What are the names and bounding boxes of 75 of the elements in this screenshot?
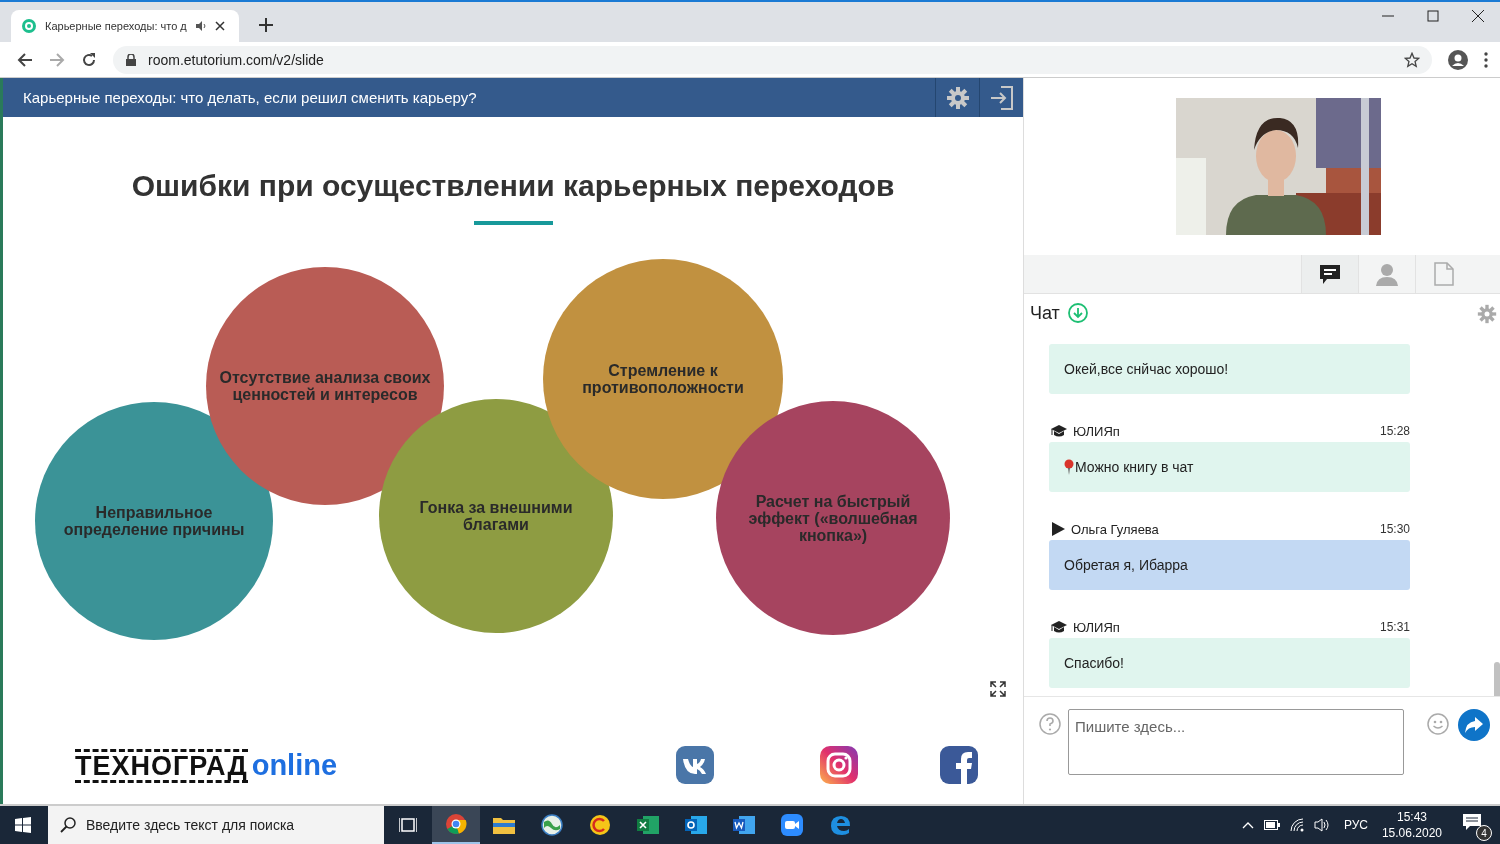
plus-icon[interactable] <box>259 18 273 32</box>
chrome-icon <box>445 813 467 835</box>
message-text: Обретая я, Ибарра <box>1064 557 1188 573</box>
maximize-icon[interactable] <box>1427 10 1439 22</box>
address-bar[interactable]: room.etutorium.com/v2/slide <box>113 45 1432 74</box>
slide-title: Ошибки при осуществлении карьерных переходов <box>131 169 895 203</box>
menu-icon[interactable] <box>1484 51 1488 68</box>
notification-icon[interactable] <box>1462 813 1482 831</box>
message-input[interactable]: Пишите здесь... <box>1068 709 1404 775</box>
send-arrow-icon <box>1465 717 1483 733</box>
pin-icon <box>1064 459 1074 475</box>
facebook-icon[interactable] <box>940 746 978 784</box>
task-view-icon <box>399 817 417 833</box>
circle-label: Отсутствие анализа своих ценностей и интересов <box>218 369 432 403</box>
sender-name: Ольга Гуляева <box>1071 521 1160 537</box>
scrollbar-thumb[interactable] <box>1494 662 1500 696</box>
windows-start-icon[interactable] <box>15 817 31 833</box>
sender-name: ЮЛИЯп <box>1073 619 1121 635</box>
lock-icon <box>126 53 136 66</box>
document-icon <box>1434 262 1454 286</box>
vk-icon[interactable] <box>676 746 714 784</box>
chevron-up-icon[interactable] <box>1241 821 1254 829</box>
message-text: Окей,все снйчас хорошо! <box>1064 361 1229 377</box>
star-icon[interactable] <box>1404 51 1420 68</box>
sender-name: ЮЛИЯп <box>1073 423 1121 439</box>
speaker-icon <box>194 20 207 32</box>
account-icon[interactable] <box>1448 49 1468 70</box>
settings-icon <box>945 85 970 110</box>
play-icon <box>1051 522 1065 536</box>
mail-app-icon <box>685 815 707 835</box>
back-icon[interactable] <box>17 51 33 68</box>
circle-label: Стремление к противоположности <box>581 362 745 396</box>
onec-icon <box>589 814 611 836</box>
folder-icon <box>493 816 515 834</box>
message-time: 15:31 <box>1379 620 1410 634</box>
battery-icon[interactable] <box>1263 820 1280 830</box>
tab-title: Карьерные переходы: что д <box>45 20 187 32</box>
exit-icon <box>988 84 1015 111</box>
edge-icon <box>829 814 851 836</box>
close-icon[interactable] <box>1472 10 1484 22</box>
site-favicon-icon <box>21 18 37 34</box>
send-button[interactable] <box>1458 709 1490 741</box>
close-icon[interactable] <box>214 21 225 31</box>
document-app-icon <box>733 815 755 835</box>
video-camera-icon <box>781 814 803 836</box>
graduation-cap-icon <box>1051 621 1067 633</box>
message-time: 15:28 <box>1379 424 1410 438</box>
user-icon <box>1375 262 1399 286</box>
clock-time[interactable]: 15:43 <box>1396 809 1427 825</box>
chat-icon <box>1318 263 1342 285</box>
logo-suffix: online <box>251 749 338 782</box>
circle-label: Неправильное определение причины <box>62 504 246 538</box>
clock-date[interactable]: 15.06.2020 <box>1381 825 1442 841</box>
reload-icon[interactable] <box>81 51 97 68</box>
instagram-icon[interactable] <box>820 746 858 784</box>
notification-count: 4 <box>1476 825 1492 841</box>
message-time: 15:30 <box>1379 522 1410 536</box>
taskbar-search-field[interactable]: Введите здесь текст для поиска <box>48 806 384 844</box>
browser-tab[interactable]: Карьерные переходы: что д <box>11 10 239 42</box>
circle-label: Расчет на быстрый эффект («волшебная кнопка») <box>747 492 919 544</box>
language-indicator[interactable]: РУС <box>1343 818 1368 832</box>
chat-tab[interactable] <box>1301 255 1358 293</box>
message-text: Можно книгу в чат <box>1075 459 1194 475</box>
circle-label: Гонка за внешними благами <box>418 499 574 533</box>
message-text: Спасибо! <box>1064 655 1124 671</box>
spreadsheet-icon <box>637 815 659 835</box>
fullscreen-icon[interactable] <box>990 681 1006 697</box>
room-title: Карьерные переходы: что делать, если решил сменить карьеру? <box>22 89 478 106</box>
globe-icon <box>541 814 563 836</box>
wifi-icon[interactable] <box>1289 818 1304 832</box>
volume-icon[interactable] <box>1313 818 1330 832</box>
graduation-cap-icon <box>1051 425 1067 437</box>
logo-wordmark: ТЕХНОГРАД <box>75 749 248 783</box>
chat-title: Чат <box>1030 302 1060 324</box>
url-text: room.etutorium.com/v2/slide <box>148 51 325 68</box>
